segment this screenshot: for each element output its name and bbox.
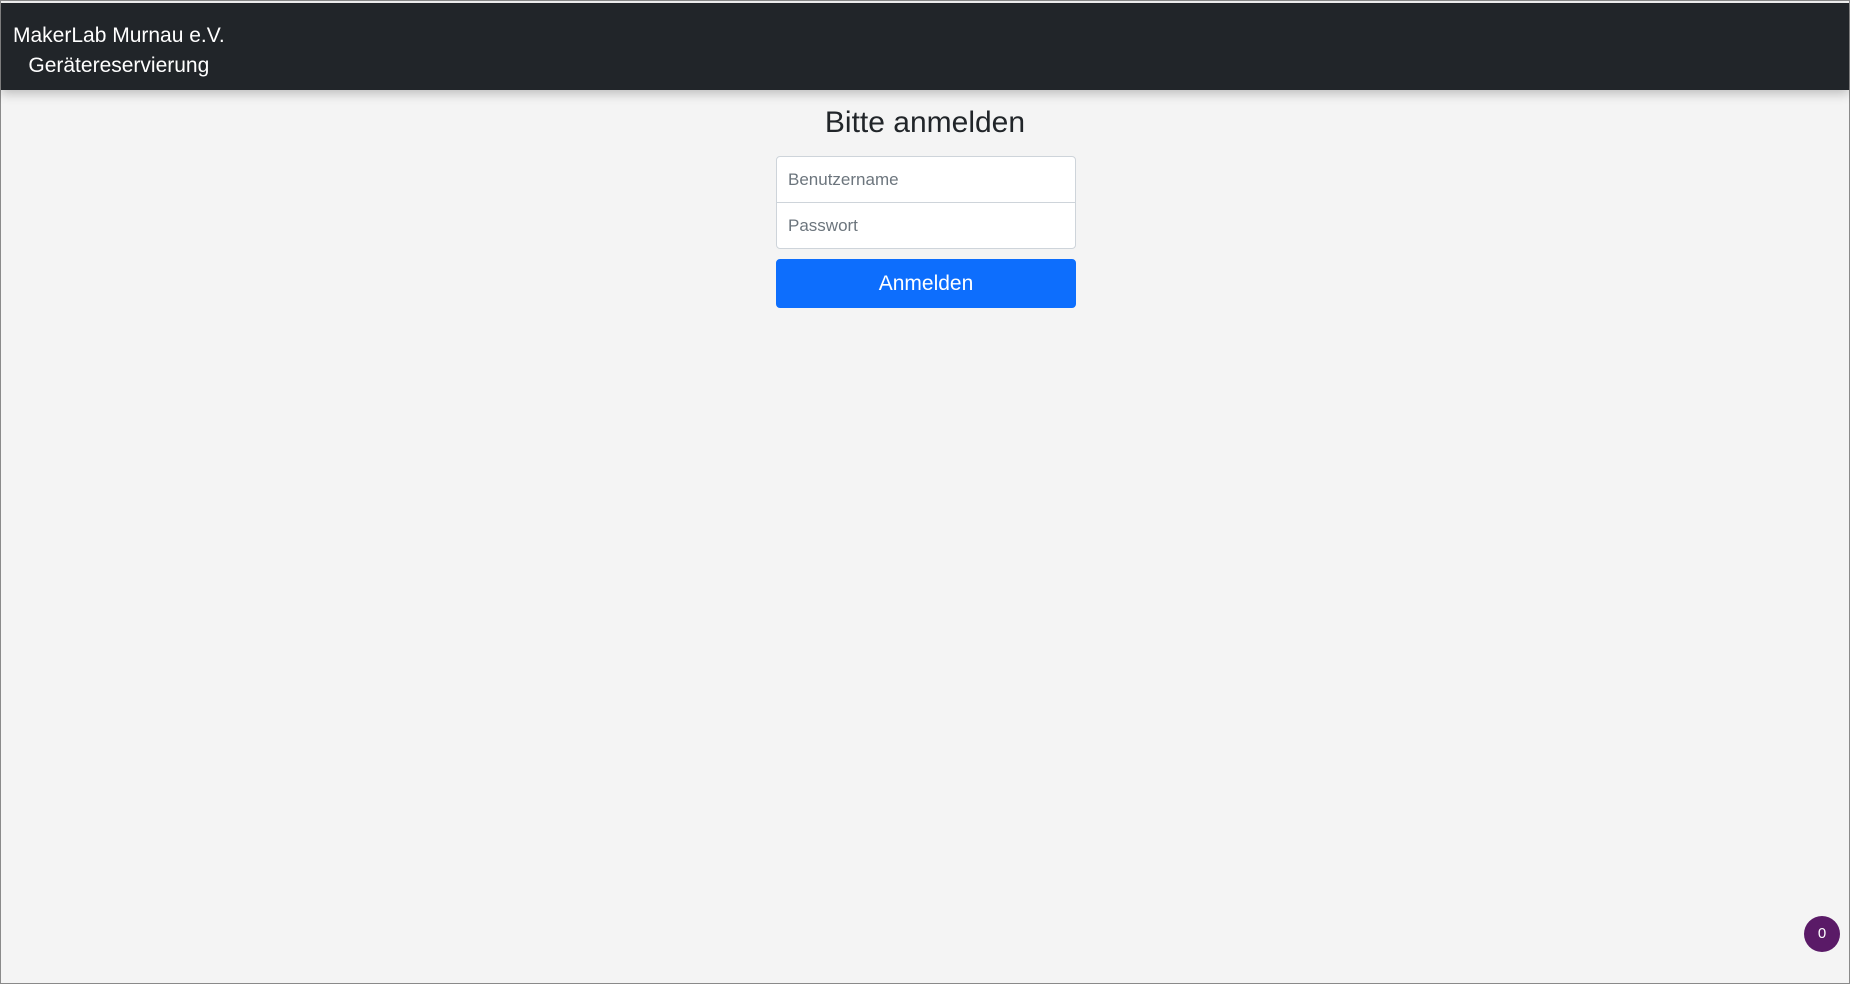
brand-name: MakerLab Murnau e.V. bbox=[13, 24, 225, 47]
login-title: Bitte anmelden bbox=[824, 106, 1026, 139]
brand-link[interactable]: MakerLab Murnau e.V. Gerätereservierung bbox=[13, 21, 225, 81]
notification-badge[interactable]: 0 bbox=[1804, 916, 1840, 952]
brand-subtitle: Gerätereservierung bbox=[28, 54, 210, 77]
username-input[interactable] bbox=[776, 156, 1076, 203]
top-navbar: MakerLab Murnau e.V. Gerätereservierung bbox=[1, 3, 1849, 90]
password-input[interactable] bbox=[776, 202, 1076, 249]
page: MakerLab Murnau e.V. Gerätereservierung … bbox=[0, 0, 1850, 984]
login-form: Anmelden bbox=[776, 156, 1076, 308]
login-button[interactable]: Anmelden bbox=[776, 259, 1076, 308]
